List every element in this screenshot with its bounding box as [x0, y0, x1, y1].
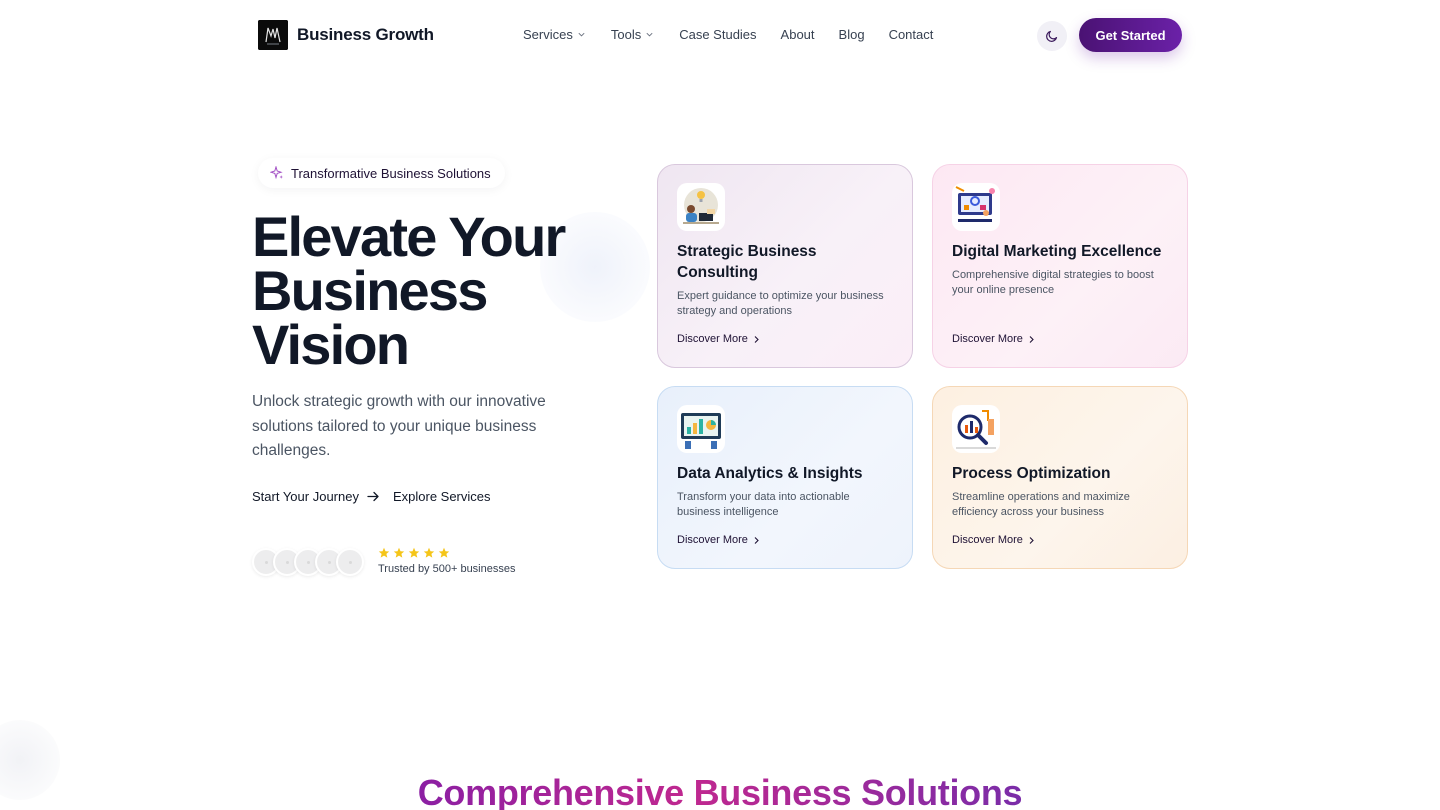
service-description: Comprehensive digital strategies to boos…	[952, 269, 1154, 296]
marketing-illustration-icon	[952, 183, 1000, 231]
star-icon	[393, 547, 405, 558]
hero-title: Elevate Your Business Vision	[252, 205, 612, 376]
avatar	[336, 548, 364, 576]
service-description: Expert guidance to optimize your busines…	[677, 290, 884, 317]
start-journey-link[interactable]: Start Your Journey	[252, 489, 359, 504]
nav-tools[interactable]: Tools	[611, 27, 654, 42]
star-icon	[423, 547, 435, 558]
discover-more-label: Discover More	[677, 333, 748, 345]
hero-actions: Start Your Journey Explore Services	[252, 489, 491, 504]
main-menu: Services Tools Case Studies About Blog C…	[523, 27, 933, 42]
star-icon	[408, 547, 420, 558]
service-title: Data Analytics & Insights	[677, 465, 863, 482]
nav-case-studies[interactable]: Case Studies	[679, 27, 756, 42]
nav-tools-label: Tools	[610, 27, 642, 42]
service-description: Transform your data into actionable busi…	[677, 491, 850, 518]
nav-blog[interactable]: Blog	[839, 27, 865, 42]
service-title: Digital Marketing Excellence	[952, 243, 1162, 260]
discover-more-label: Discover More	[677, 534, 748, 546]
sparkles-icon	[270, 166, 283, 180]
service-card-marketing[interactable]: Digital Marketing Excellence Comprehensi…	[932, 164, 1188, 368]
discover-more-label: Discover More	[952, 534, 1023, 546]
discover-more-link[interactable]: Discover More	[952, 534, 1035, 546]
arrow-right-icon[interactable]	[367, 491, 380, 502]
nav-contact[interactable]: Contact	[889, 27, 934, 42]
hero-title-line-1: Elevate Your	[252, 205, 566, 268]
hero-title-line-3: Vision	[252, 313, 410, 376]
service-card-analytics[interactable]: Data Analytics & Insights Transform your…	[657, 386, 913, 569]
analytics-illustration-icon	[677, 405, 725, 453]
star-icon	[378, 547, 390, 558]
customer-avatars	[252, 548, 364, 576]
moon-icon	[1046, 30, 1058, 42]
brand-logo[interactable]	[258, 20, 288, 50]
get-started-button[interactable]: Get Started	[1079, 18, 1182, 52]
explore-services-link[interactable]: Explore Services	[393, 489, 491, 504]
top-navigation: Business Growth Services Tools Case Stud…	[0, 0, 1440, 70]
discover-more-link[interactable]: Discover More	[677, 534, 760, 546]
discover-more-link[interactable]: Discover More	[952, 333, 1035, 345]
chevron-right-icon	[754, 335, 759, 343]
discover-more-label: Discover More	[952, 333, 1023, 345]
chevron-right-icon	[754, 536, 759, 544]
trusted-text: Trusted by 500+ businesses	[378, 563, 516, 575]
brand-name[interactable]: Business Growth	[297, 25, 434, 45]
nav-about[interactable]: About	[781, 27, 815, 42]
hero-title-line-2: Business	[252, 259, 488, 322]
nav-services-label: Services	[523, 27, 573, 42]
optimization-illustration-icon	[952, 405, 1000, 453]
nav-services[interactable]: Services	[523, 27, 586, 42]
section-title-text: Comprehensive Business Solutions	[418, 772, 1023, 810]
rating-stars	[378, 547, 450, 559]
hero-badge-label: Transformative Business Solutions	[291, 165, 491, 181]
section-title: Comprehensive Business Solutions	[0, 772, 1440, 810]
chevron-down-icon	[646, 32, 653, 37]
service-title: Strategic Business Consulting	[677, 243, 817, 281]
hero-badge: Transformative Business Solutions	[258, 158, 505, 188]
theme-toggle-button[interactable]	[1037, 21, 1067, 51]
chevron-down-icon	[578, 32, 585, 37]
service-title: Process Optimization	[952, 465, 1111, 482]
consulting-illustration-icon	[677, 183, 725, 231]
service-description: Streamline operations and maximize effic…	[952, 491, 1130, 518]
service-card-consulting[interactable]: Strategic Business Consulting Expert gui…	[657, 164, 913, 368]
chevron-right-icon	[1029, 335, 1034, 343]
star-icon	[438, 547, 450, 558]
chevron-right-icon	[1029, 536, 1034, 544]
discover-more-link[interactable]: Discover More	[677, 333, 760, 345]
service-card-optimization[interactable]: Process Optimization Streamline operatio…	[932, 386, 1188, 569]
hero-subtitle: Unlock strategic growth with our innovat…	[252, 393, 546, 459]
